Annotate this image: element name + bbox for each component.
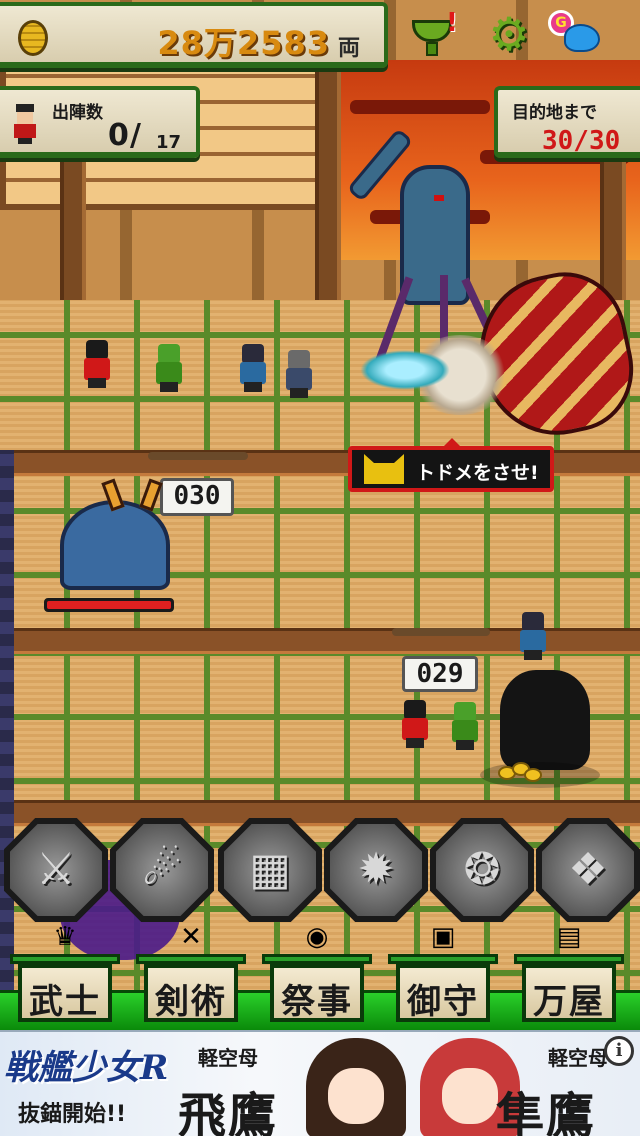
menu-button-2[interactable]: ✕ 剣術 — [136, 922, 246, 1022]
money-unit: 両 — [338, 36, 361, 61]
finish-it-label: トドメをさせ! — [416, 462, 539, 484]
twitter-bird-icon — [564, 24, 600, 52]
menu-label: 祭事 — [281, 982, 353, 1022]
finish-it-prompt[interactable]: トドメをさせ! — [348, 438, 554, 492]
treasure-chest-icon: ▤ — [556, 922, 582, 952]
shadow-beast-enemy — [500, 670, 590, 770]
deploy-count-value: 0 — [108, 118, 129, 153]
menu-post — [136, 954, 246, 964]
destination-value: 30/30 — [542, 126, 621, 156]
gear-icon[interactable]: ⚙ — [484, 8, 534, 60]
bomb-skill-icon[interactable]: ✹ — [324, 818, 428, 922]
skill-glyph: ❖ — [568, 844, 608, 895]
enemy-hp-fill — [47, 601, 171, 609]
deploy-count-max: 17 — [156, 132, 182, 153]
ad-banner[interactable]: 戦艦少女R 抜錨開始!! 軽空母 飛鷹 軽空母 隼鷹 — [0, 1030, 640, 1136]
skill-glyph: ☄ — [142, 844, 182, 895]
menu-post — [514, 954, 624, 964]
ninja-dash-skill-icon[interactable]: ☄ — [110, 818, 214, 922]
menu-plate: 万屋 — [522, 964, 616, 1022]
menu-label: 武士 — [29, 982, 101, 1022]
black-cat-icon — [364, 454, 404, 484]
samurai-unit-red — [78, 340, 114, 388]
helmet-crest-icon: ♛ — [53, 922, 77, 952]
enemy-hp-bar — [44, 598, 174, 612]
skill-glyph: ⚔ — [36, 844, 76, 895]
katana-warrior-skill-icon[interactable]: ⚔ — [4, 818, 108, 922]
shadow-beast-skill-icon[interactable]: ❖ — [536, 818, 640, 922]
destination-panel: 目的地まで 30/30 — [494, 86, 640, 158]
destination-label: 目的地まで — [512, 103, 597, 123]
popup-pointer — [442, 438, 462, 448]
menu-button-1[interactable]: ♛ 武士 — [10, 922, 120, 1022]
samurai-portrait-icon — [14, 104, 36, 144]
lion-dance-skill-icon[interactable]: ❂ — [430, 818, 534, 922]
menu-button-3[interactable]: ◉ 祭事 — [262, 922, 372, 1022]
menu-post — [10, 954, 120, 964]
skill-glyph: ❂ — [463, 844, 501, 895]
notification-alert-icon: ! — [446, 8, 458, 38]
menu-label: 剣術 — [155, 982, 227, 1022]
menu-post — [262, 954, 372, 964]
menu-button-4[interactable]: ▣ 御守 — [388, 922, 498, 1022]
kappa-unit-green — [150, 344, 186, 392]
ad-character-dark-hair — [306, 1038, 406, 1136]
menu-plate: 御守 — [396, 964, 490, 1022]
festival-drum-icon: ◉ — [305, 922, 329, 952]
ad-logo: 戦艦少女R — [4, 1048, 169, 1088]
slug-yokai-enemy — [40, 478, 180, 590]
lane-2-counter: 029 — [402, 656, 478, 692]
money-panel: 28万2583 両 — [0, 2, 388, 68]
amulet-icon: ▣ — [430, 922, 456, 952]
deploy-count-panel: 出陣数 0 / 17 — [0, 86, 200, 158]
menu-plate: 祭事 — [270, 964, 364, 1022]
trophy-icon[interactable]: ! — [408, 8, 458, 60]
coin — [524, 768, 542, 782]
menu-post — [388, 954, 498, 964]
skill-glyph: ✹ — [357, 844, 395, 895]
slash-effect — [360, 350, 450, 390]
koban-coin-icon — [18, 20, 48, 56]
cloud — [350, 100, 490, 114]
share-icon[interactable]: G — [548, 8, 600, 60]
menu-label: 万屋 — [533, 982, 605, 1022]
menu-button-5[interactable]: ▤ 万屋 — [514, 922, 624, 1022]
ad-info-icon[interactable]: i — [604, 1036, 634, 1066]
castle-skill-icon[interactable]: ▦ — [218, 818, 322, 922]
kappa-unit-green — [446, 702, 482, 750]
deploy-count-label: 出陣数 — [52, 103, 103, 123]
ninja-unit-on-ladder — [514, 612, 550, 660]
ronin-unit-gray — [280, 350, 316, 398]
ad-title-left: 飛鷹 — [178, 1088, 279, 1136]
menu-plate: 剣術 — [144, 964, 238, 1022]
skill-bar: ⚔ ☄ ▦ ✹ ❂ ❖ — [0, 818, 640, 930]
deploy-count-separator: / — [130, 118, 141, 153]
ad-subtitle: 抜錨開始!! — [18, 1102, 127, 1127]
skill-glyph: ▦ — [249, 844, 291, 895]
samurai-unit-red — [396, 700, 432, 748]
money-value: 28万2583 — [157, 24, 330, 62]
menu-plate: 武士 — [18, 964, 112, 1022]
ad-caption-right: 軽空母 — [548, 1046, 608, 1070]
menu-label: 御守 — [407, 982, 479, 1022]
ad-title-right: 隼鷹 — [496, 1088, 597, 1136]
crossed-swords-icon: ✕ — [180, 922, 202, 952]
ninja-unit-blue — [234, 344, 270, 392]
ad-caption-left: 軽空母 — [198, 1046, 258, 1070]
gold-coin-drop[interactable] — [480, 762, 600, 788]
